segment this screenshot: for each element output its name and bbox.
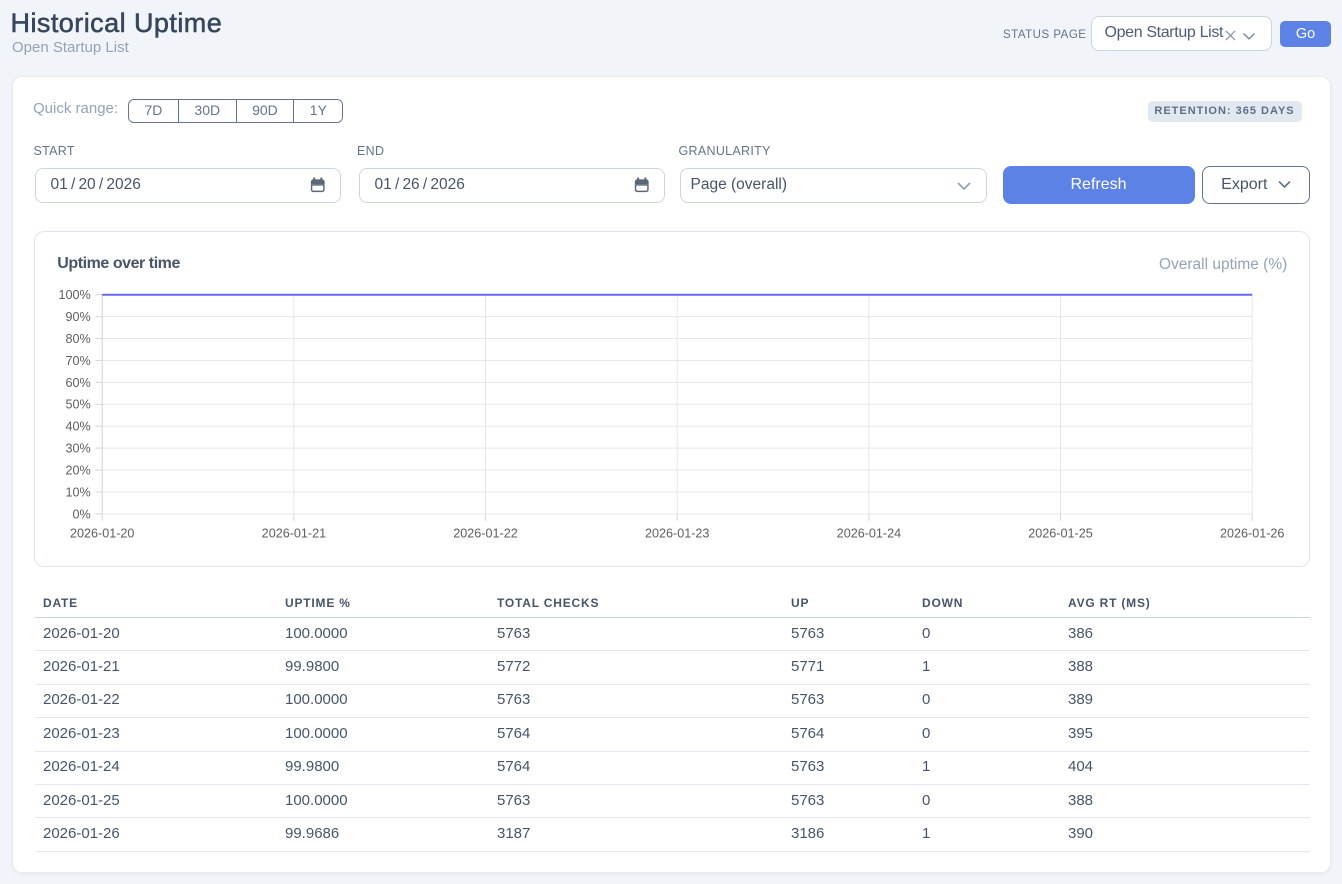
svg-text:90%: 90% [65,310,90,324]
svg-text:50%: 50% [65,398,90,412]
svg-text:70%: 70% [65,354,90,368]
svg-text:2026-01-23: 2026-01-23 [645,526,709,540]
svg-text:0%: 0% [72,507,90,521]
svg-text:10%: 10% [65,485,90,499]
svg-text:100%: 100% [58,288,90,302]
svg-text:2026-01-22: 2026-01-22 [453,526,517,540]
svg-text:2026-01-20: 2026-01-20 [70,526,134,540]
svg-text:30%: 30% [65,442,90,456]
svg-text:40%: 40% [65,420,90,434]
svg-text:2026-01-25: 2026-01-25 [1028,526,1092,540]
svg-text:2026-01-24: 2026-01-24 [836,526,900,540]
svg-text:60%: 60% [65,376,90,390]
svg-text:20%: 20% [65,464,90,478]
svg-text:2026-01-26: 2026-01-26 [1220,526,1284,540]
svg-text:80%: 80% [65,332,90,346]
svg-text:2026-01-21: 2026-01-21 [261,526,325,540]
